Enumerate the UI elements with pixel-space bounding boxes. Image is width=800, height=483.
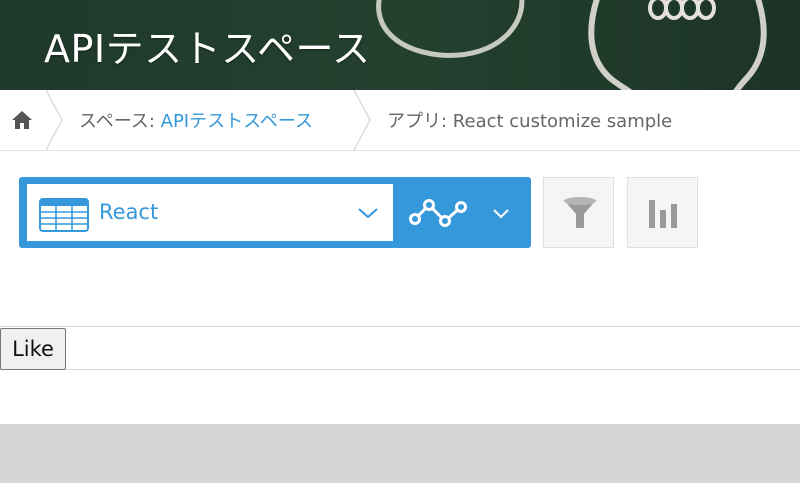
breadcrumb-app-prefix: アプリ: bbox=[387, 111, 453, 132]
bar-chart-icon bbox=[649, 200, 677, 228]
space-title: APIテストスペース bbox=[44, 27, 371, 71]
breadcrumb-space: スペース: APIテストスペース bbox=[79, 107, 313, 133]
home-icon[interactable] bbox=[10, 108, 34, 132]
breadcrumb-separator bbox=[353, 90, 371, 150]
record-list-area bbox=[0, 424, 800, 483]
custom-content-row bbox=[0, 326, 800, 370]
breadcrumb-app: アプリ: React customize sample bbox=[387, 107, 672, 133]
chevron-down-icon bbox=[358, 208, 378, 219]
line-graph-icon[interactable] bbox=[409, 197, 469, 229]
filter-button[interactable] bbox=[543, 177, 614, 248]
breadcrumb-separator bbox=[45, 90, 63, 150]
table-icon bbox=[39, 198, 89, 232]
lightbulb-chalk-illustration bbox=[376, 0, 767, 90]
app-header: APIテストスペース bbox=[0, 0, 800, 90]
chevron-down-icon[interactable] bbox=[492, 208, 510, 220]
funnel-icon bbox=[564, 197, 596, 228]
view-toolbar: React bbox=[19, 177, 531, 248]
breadcrumb-space-link[interactable]: APIテストスペース bbox=[161, 111, 313, 132]
breadcrumb-app-name: React customize sample bbox=[452, 111, 673, 132]
view-selector[interactable]: React bbox=[27, 184, 393, 241]
graph-button[interactable] bbox=[627, 177, 698, 248]
breadcrumb-space-prefix: スペース: bbox=[79, 111, 161, 132]
breadcrumb: スペース: APIテストスペース アプリ: React customize sa… bbox=[0, 90, 800, 151]
like-button[interactable]: Like bbox=[0, 328, 66, 370]
view-name: React bbox=[99, 200, 159, 224]
